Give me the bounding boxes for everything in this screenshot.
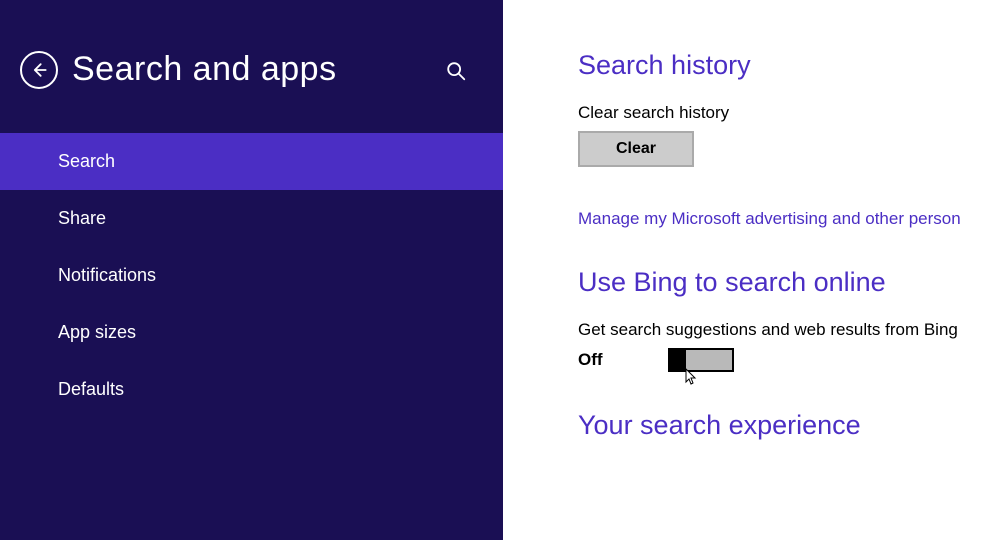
experience-heading: Your search experience bbox=[578, 410, 1000, 441]
sidebar-item-app-sizes[interactable]: App sizes bbox=[0, 304, 503, 361]
sidebar-item-label: Search bbox=[58, 151, 115, 171]
clear-history-label: Clear search history bbox=[578, 103, 1000, 123]
back-button[interactable] bbox=[20, 51, 58, 89]
sidebar-item-label: Notifications bbox=[58, 265, 156, 285]
sidebar-item-search[interactable]: Search bbox=[0, 133, 503, 190]
sidebar-item-notifications[interactable]: Notifications bbox=[0, 247, 503, 304]
main-panel: Search history Clear search history Clea… bbox=[503, 0, 1000, 540]
search-button[interactable] bbox=[445, 60, 467, 87]
toggle-knob bbox=[670, 350, 686, 370]
bing-description: Get search suggestions and web results f… bbox=[578, 320, 1000, 340]
sidebar-item-label: App sizes bbox=[58, 322, 136, 342]
sidebar-items: Search Share Notifications App sizes Def… bbox=[0, 133, 503, 418]
cursor-icon bbox=[684, 368, 698, 386]
sidebar-item-label: Defaults bbox=[58, 379, 124, 399]
bing-toggle-state: Off bbox=[578, 350, 638, 370]
sidebar-header: Search and apps bbox=[0, 0, 503, 119]
bing-heading: Use Bing to search online bbox=[578, 267, 1000, 298]
sidebar-item-defaults[interactable]: Defaults bbox=[0, 361, 503, 418]
search-history-heading: Search history bbox=[578, 50, 1000, 81]
manage-advertising-link[interactable]: Manage my Microsoft advertising and othe… bbox=[578, 209, 1000, 229]
bing-toggle[interactable] bbox=[668, 348, 734, 372]
sidebar: Search and apps Search Share Notificatio… bbox=[0, 0, 503, 540]
bing-toggle-row: Off bbox=[578, 348, 1000, 372]
search-icon bbox=[445, 60, 467, 82]
sidebar-item-label: Share bbox=[58, 208, 106, 228]
page-title: Search and apps bbox=[72, 50, 337, 89]
clear-button-label: Clear bbox=[616, 140, 656, 158]
sidebar-item-share[interactable]: Share bbox=[0, 190, 503, 247]
clear-button[interactable]: Clear bbox=[578, 131, 694, 167]
arrow-left-icon bbox=[29, 60, 49, 80]
